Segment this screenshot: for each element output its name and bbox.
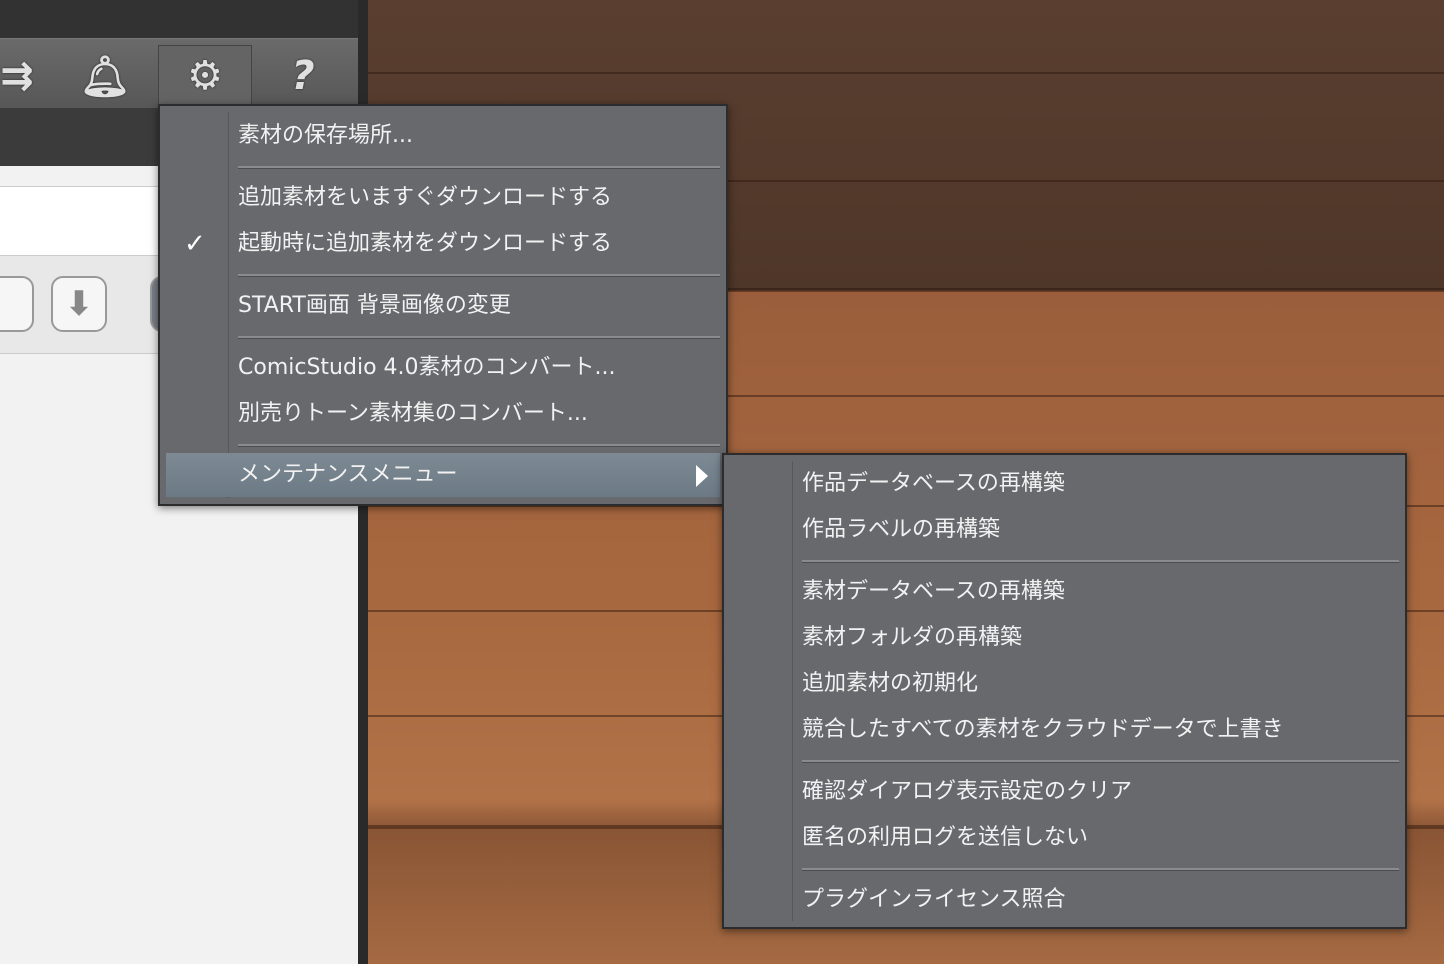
menu-item-label: 追加素材をいますぐダウンロードする	[238, 185, 613, 210]
title-bar	[0, 0, 358, 38]
menu-item-label: START画面 背景画像の変更	[238, 293, 511, 318]
submenu-item[interactable]: 競合したすべての素材をクラウドデータで上書き	[724, 707, 1405, 753]
menu-item-label: 追加素材の初期化	[802, 671, 979, 696]
menu-item-label: 作品データベースの再構築	[802, 471, 1065, 496]
menu-item-download-now[interactable]: 追加素材をいますぐダウンロードする	[160, 175, 726, 221]
menu-item-maintenance[interactable]: メンテナンスメニュー	[166, 453, 720, 497]
download-icon: ⬇	[64, 284, 94, 324]
help-icon[interactable]: ?	[256, 45, 350, 107]
bell-icon[interactable]: 🔔︎	[58, 45, 152, 107]
menu-item-label: 起動時に追加素材をダウンロードする	[238, 231, 613, 256]
submenu-item[interactable]: 作品ラベルの再構築	[724, 507, 1405, 553]
menu-item-start-background[interactable]: START画面 背景画像の変更	[160, 283, 726, 329]
submenu-item[interactable]: 作品データベースの再構築	[724, 461, 1405, 507]
checkmark-icon: ✓	[184, 229, 206, 259]
toolbar: ⇉ 🔔︎ ⚙ ?	[0, 38, 358, 108]
menu-item-label: メンテナンスメニュー	[238, 462, 458, 487]
menu-item-material-location[interactable]: 素材の保存場所...	[160, 113, 726, 159]
download-button[interactable]: ⬇	[51, 276, 107, 332]
submenu-arrow-icon	[696, 465, 708, 487]
menu-item-convert-comicstudio[interactable]: ComicStudio 4.0素材のコンバート...	[160, 345, 726, 391]
menu-item-label: プラグインライセンス照合	[802, 887, 1066, 912]
settings-menu: 素材の保存場所... 追加素材をいますぐダウンロードする ✓ 起動時に追加素材をダ…	[158, 104, 728, 506]
submenu-item[interactable]: 素材データベースの再構築	[724, 569, 1405, 615]
submenu-item[interactable]: プラグインライセンス照合	[724, 877, 1405, 923]
menu-item-label: 作品ラベルの再構築	[802, 517, 1001, 542]
action-button[interactable]	[0, 276, 34, 332]
submenu-item[interactable]: 匿名の利用ログを送信しない	[724, 815, 1405, 861]
menu-item-label: 別売りトーン素材集のコンバート...	[238, 401, 588, 426]
menu-item-label: 確認ダイアログ表示設定のクリア	[802, 779, 1133, 804]
submenu-item[interactable]: 追加素材の初期化	[724, 661, 1405, 707]
wood-plank-line	[368, 72, 1444, 74]
menu-item-label: ComicStudio 4.0素材のコンバート...	[238, 355, 616, 380]
arrows-icon[interactable]: ⇉	[0, 45, 64, 107]
menu-item-label: 素材データベースの再構築	[802, 579, 1065, 604]
menu-item-label: 素材の保存場所...	[238, 123, 413, 148]
maintenance-submenu: 作品データベースの再構築 作品ラベルの再構築 素材データベースの再構築 素材フォ…	[722, 453, 1407, 929]
menu-item-convert-tone[interactable]: 別売りトーン素材集のコンバート...	[160, 391, 726, 437]
gear-icon[interactable]: ⚙	[158, 45, 252, 107]
submenu-item[interactable]: 確認ダイアログ表示設定のクリア	[724, 769, 1405, 815]
submenu-item[interactable]: 素材フォルダの再構築	[724, 615, 1405, 661]
menu-item-label: 競合したすべての素材をクラウドデータで上書き	[802, 717, 1284, 742]
menu-item-download-on-startup[interactable]: ✓ 起動時に追加素材をダウンロードする	[160, 221, 726, 267]
menu-item-label: 素材フォルダの再構築	[802, 625, 1023, 650]
menu-item-label: 匿名の利用ログを送信しない	[802, 825, 1089, 850]
